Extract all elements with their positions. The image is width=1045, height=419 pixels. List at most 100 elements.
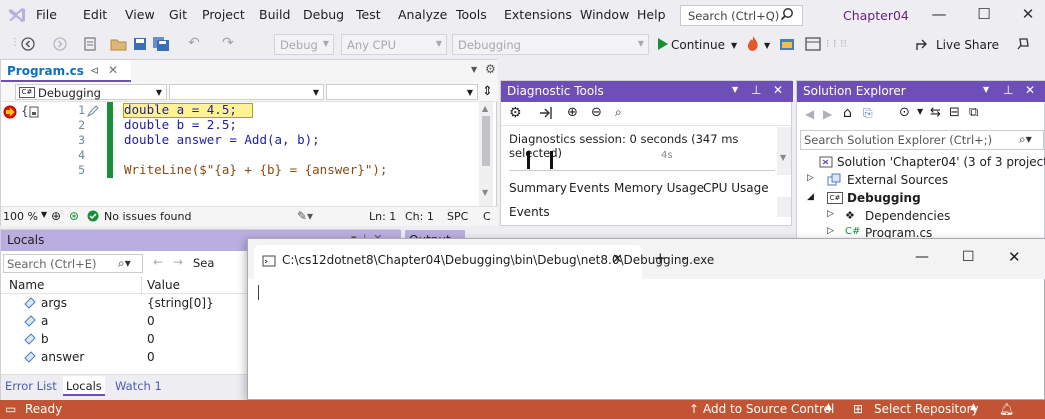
project-nav-dropdown[interactable]: C# Debugging ▼ [15,84,167,100]
navigate-forward-icon[interactable] [52,36,68,52]
menu-build[interactable]: Build [259,7,290,22]
code-line[interactable]: WriteLine($"{a} + {b} = {answer}"); [124,162,387,177]
search-next-icon[interactable]: → [173,255,183,269]
auto-hide-pin-icon[interactable]: ⊥ [751,83,761,97]
breakpoint-arrow-icon[interactable] [3,105,17,119]
variable-value[interactable]: 0 [147,350,155,364]
open-file-icon[interactable] [110,36,128,52]
tab-error-list[interactable]: Error List [5,379,57,393]
switch-views-icon[interactable]: ⎘ [863,106,873,121]
column-header-name[interactable]: Name [9,278,44,292]
solution-name-badge[interactable]: Chapter04 [843,8,909,23]
live-share-button[interactable]: Live Share [936,38,999,52]
close-tab-icon[interactable]: ✕ [612,252,623,267]
chevron-up-icon[interactable]: ▲ [825,402,832,412]
menu-file[interactable]: File [36,7,57,22]
menu-window[interactable]: Window [580,7,629,22]
locals-search-input[interactable]: Search (Ctrl+E) ⌕▾ [3,254,143,273]
tab-watch-1[interactable]: Watch 1 [115,379,162,393]
scrollbar-thumb[interactable] [482,116,490,166]
editor-vertical-scrollbar[interactable]: ▲ ▼ [479,102,493,206]
selection-start-marker[interactable] [527,151,530,169]
window-layout-icon[interactable] [805,36,821,52]
minimize-icon[interactable]: — [927,5,951,25]
close-icon[interactable]: ✕ [1016,5,1040,25]
zoom-level[interactable]: 100 % [3,210,38,223]
select-tools-icon[interactable] [539,106,553,120]
window-position-icon[interactable]: ▼ [983,85,989,94]
new-tab-icon[interactable]: + [654,249,667,267]
member-nav-dropdown[interactable]: ▼ [326,84,478,100]
browser-link-icon[interactable] [779,36,795,52]
sync-active-document-icon[interactable]: ⇆ [930,105,941,120]
forward-icon[interactable]: ▶ [823,107,832,121]
expand-chevron-icon[interactable]: ▷ [827,226,834,236]
search-icon[interactable] [780,7,794,21]
collapse-all-icon[interactable]: ⊟ [949,105,960,120]
close-panel-icon[interactable]: ✕ [1025,83,1035,97]
window-position-icon[interactable]: ▼ [732,85,738,94]
copilot-icon[interactable]: ⊛ [69,209,79,223]
type-nav-dropdown[interactable]: ▼ [169,84,324,100]
menu-test[interactable]: Test [356,7,381,22]
feedback-icon[interactable] [1015,36,1031,52]
pin-icon[interactable]: ⊲ [90,64,99,77]
menu-view[interactable]: View [125,7,155,22]
menu-extensions[interactable]: Extensions [504,7,572,22]
show-all-files-icon[interactable]: ⧉ [969,105,978,120]
settings-gear-icon[interactable]: ⚙ [509,105,522,121]
continue-dropdown-icon[interactable]: ▼ [731,41,737,50]
tab-program-cs[interactable]: Program.cs ⊲ ✕ [1,60,131,82]
zoom-dropdown-icon[interactable]: ▼ [41,210,47,219]
select-repository-button[interactable]: Select Repository [874,402,979,416]
chevron-down-icon[interactable]: ⌄ [680,252,688,263]
scroll-down-icon[interactable]: ▼ [482,188,488,197]
solution-platform-dropdown[interactable]: Any CPU ▼ [341,34,447,55]
back-icon[interactable]: ◀ [805,107,814,121]
split-editor-icon[interactable]: ⇕ [482,84,493,99]
search-depth-label[interactable]: Sea [193,256,214,270]
variable-value[interactable]: 0 [147,332,155,346]
reset-zoom-icon[interactable]: ⌕ [615,105,622,120]
search-icon[interactable]: ⌕▾ [1019,132,1032,147]
add-to-source-control-button[interactable]: Add to Source Control [703,402,834,416]
code-line[interactable]: double answer = Add(a, b); [124,132,320,147]
save-all-icon[interactable] [152,36,170,52]
zoom-in-icon[interactable]: ⊕ [567,105,578,120]
toolbar-overflow-icon[interactable]: ⁝ ⁞ ⁝⁝ [826,37,847,50]
tab-locals[interactable]: Locals [63,376,105,396]
search-previous-icon[interactable]: ← [153,255,163,269]
maximize-icon[interactable]: ☐ [972,5,996,25]
tree-item-debugging-project[interactable]: ◢ C# Debugging [807,191,1037,209]
new-item-icon[interactable] [82,36,98,52]
continue-button[interactable]: Continue [671,38,725,52]
scroll-down-icon[interactable]: ▼ [780,153,786,162]
search-icon[interactable]: ⌕▾ [118,256,131,271]
tab-events[interactable]: Events [569,181,610,195]
code-line[interactable]: double b = 2.5; [124,117,237,132]
tab-memory-usage[interactable]: Memory Usage [614,181,704,195]
menu-edit[interactable]: Edit [83,7,107,22]
menu-git[interactable]: Git [169,7,187,22]
column-indicator[interactable]: Ch: 1 [405,210,434,223]
pending-changes-filter-icon[interactable]: ⊙ [899,105,910,120]
tree-item-external-sources[interactable]: ▷ External Sources [807,173,1037,191]
chevron-up-icon[interactable]: ▲ [970,402,977,412]
diag-upper-scrollbar[interactable]: ▼ [777,127,791,175]
menu-analyze[interactable]: Analyze [398,7,447,22]
code-cleanup-icon[interactable]: ⊕ [51,209,61,223]
minimize-icon[interactable]: — [915,249,929,265]
issues-status[interactable]: No issues found [104,210,191,223]
zoom-out-icon[interactable]: ⊖ [591,105,602,120]
close-panel-icon[interactable]: ✕ [773,83,783,97]
expand-chevron-icon[interactable]: ▷ [807,173,814,183]
tab-list-dropdown-icon[interactable]: ▼ [471,65,477,74]
variable-value[interactable]: {string[0]} [147,296,214,310]
tab-cpu-usage[interactable]: CPU Usage [703,181,769,195]
close-icon[interactable]: ✕ [1008,248,1021,266]
code-line[interactable]: double a = 4.5; [124,102,237,117]
tree-item-dependencies[interactable]: ▷ ❖ Dependencies [827,209,1037,227]
menu-tools[interactable]: Tools [456,7,487,22]
close-tab-icon[interactable]: ✕ [108,63,118,77]
line-indicator[interactable]: Ln: 1 [369,210,396,223]
